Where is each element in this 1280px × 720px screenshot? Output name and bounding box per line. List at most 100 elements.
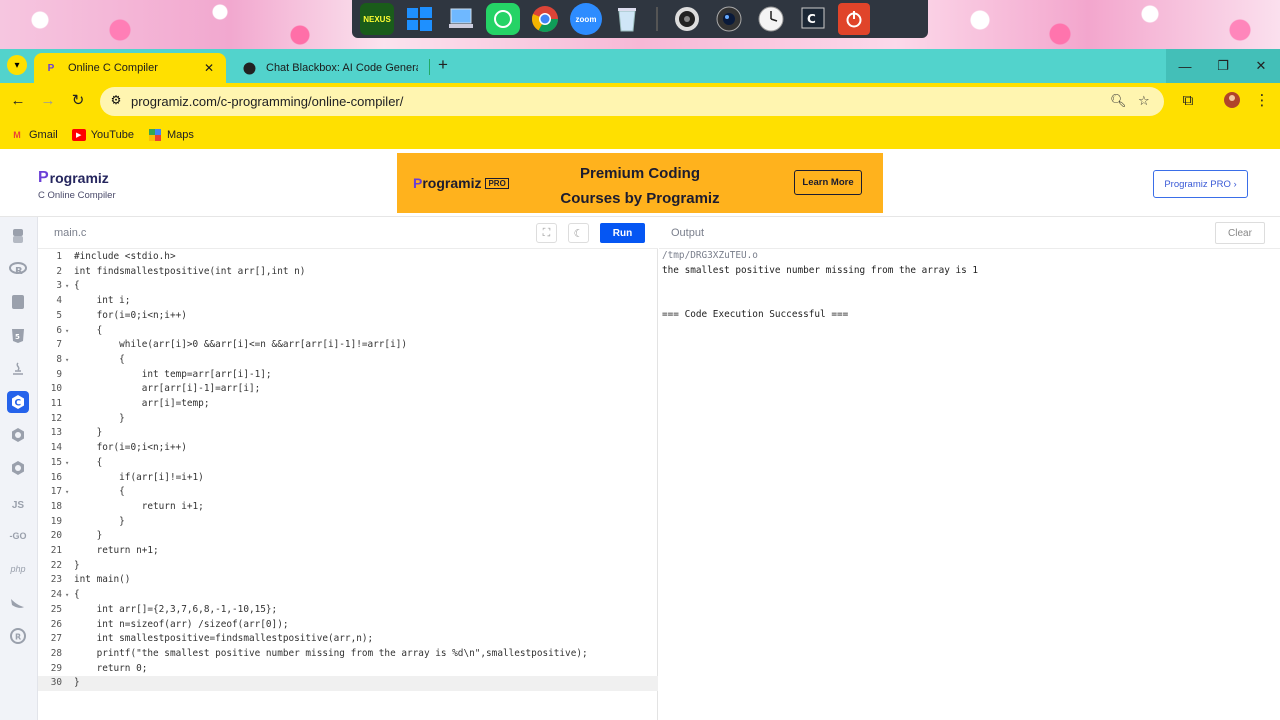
code-line[interactable]: 15 ▾ { — [38, 456, 658, 471]
address-bar[interactable]: ⚙ programiz.com/c-programming/online-com… — [100, 87, 1164, 116]
code-text: return 0; — [74, 662, 148, 674]
dark-mode-icon[interactable]: ☾ — [568, 223, 589, 243]
fold-toggle-icon[interactable]: ▾ — [65, 353, 69, 368]
code-line[interactable]: 21 return n+1; — [38, 544, 658, 559]
fold-toggle-icon[interactable]: ▾ — [65, 324, 69, 339]
code-line[interactable]: 23 int main() — [38, 573, 658, 588]
bookmark-youtube[interactable]: ▶ YouTube — [71, 128, 134, 141]
code-line[interactable]: 7 while(arr[i]>0 &&arr[i]<=n &&arr[arr[i… — [38, 338, 658, 353]
code-line[interactable]: 10 arr[arr[i]-1]=arr[i]; — [38, 382, 658, 397]
code-line[interactable]: 4 int i; — [38, 294, 658, 309]
code-line[interactable]: 2 int findsmallestpositive(int arr[],int … — [38, 265, 658, 280]
bookmark-maps[interactable]: Maps — [148, 128, 194, 141]
fold-toggle-icon[interactable]: ▾ — [65, 456, 69, 471]
code-line[interactable]: 12 } — [38, 412, 658, 427]
go-icon[interactable]: -GO — [7, 525, 29, 547]
minimize-icon[interactable]: — — [1166, 49, 1204, 83]
back-icon[interactable]: ← — [8, 91, 28, 111]
extensions-icon[interactable]: ⧉ — [1178, 91, 1198, 111]
programiz-logo[interactable]: Programiz — [38, 169, 109, 187]
maximize-icon[interactable]: ❐ — [1204, 49, 1242, 83]
learn-more-button[interactable]: Learn More — [794, 170, 862, 195]
code-line[interactable]: 3 ▾ { — [38, 279, 658, 294]
code-line[interactable]: 29 return 0; — [38, 662, 658, 677]
code-line[interactable]: 28 printf("the smallest positive number … — [38, 647, 658, 662]
bookmark-gmail[interactable]: M Gmail — [10, 128, 58, 141]
code-line[interactable]: 8 ▾ { — [38, 353, 658, 368]
code-line[interactable]: 30} — [38, 676, 658, 691]
code-line[interactable]: 24 ▾ { — [38, 588, 658, 603]
code-line[interactable]: 18 return i+1; — [38, 500, 658, 515]
speaker-icon[interactable] — [670, 3, 704, 35]
clear-button[interactable]: Clear — [1215, 222, 1265, 244]
code-editor[interactable]: 1 #include <stdio.h> 2 int findsmallestposi… — [38, 249, 658, 720]
terminal-icon[interactable]: C — [796, 3, 830, 35]
run-button[interactable]: Run — [600, 223, 645, 243]
code-text: { — [74, 589, 80, 601]
recycle-bin-icon[interactable] — [610, 3, 644, 35]
code-line[interactable]: 14 for(i=0;i<n;i++) — [38, 441, 658, 456]
php-icon[interactable]: php — [7, 558, 29, 580]
code-line[interactable]: 9 int temp=arr[arr[i]-1]; — [38, 368, 658, 383]
code-line[interactable]: 20 } — [38, 529, 658, 544]
chrome-icon[interactable] — [528, 3, 562, 35]
python-icon[interactable] — [7, 225, 29, 247]
forward-icon[interactable]: → — [38, 91, 58, 111]
code-line[interactable]: 16 if(arr[i]!=i+1) — [38, 471, 658, 486]
power-icon[interactable] — [838, 3, 870, 35]
desktop-background: NEXUS zoom C — [0, 0, 1280, 49]
sql-icon[interactable] — [7, 291, 29, 313]
file-tab-main-c[interactable]: main.c — [54, 227, 86, 239]
rust-icon[interactable]: R — [7, 625, 29, 647]
nexus-icon[interactable]: NEXUS — [360, 3, 394, 35]
new-tab-icon[interactable]: + — [434, 56, 452, 75]
tab-search-icon[interactable]: ▾ — [7, 55, 27, 75]
site-info-icon[interactable]: ⚙ — [108, 93, 124, 109]
code-line[interactable]: 19 } — [38, 515, 658, 530]
code-text: int n=sizeof(arr) /sizeof(arr[0]); — [74, 618, 289, 630]
reload-icon[interactable]: ↻ — [68, 91, 88, 111]
output-console[interactable]: /tmp/DRG3XZuTEU.o the smallest positive n… — [659, 249, 1280, 720]
code-line[interactable]: 6 ▾ { — [38, 324, 658, 339]
swift-icon[interactable] — [7, 592, 29, 614]
computer-icon[interactable] — [444, 3, 478, 35]
fullscreen-icon[interactable]: ⛶ — [536, 223, 557, 243]
bookmark-label: Gmail — [29, 128, 58, 141]
camera-icon[interactable] — [712, 3, 746, 35]
whatsapp-icon[interactable] — [486, 3, 520, 35]
csharp-icon[interactable] — [7, 457, 29, 479]
programiz-pro-button[interactable]: Programiz PRO › — [1153, 170, 1248, 198]
tab-online-c-compiler[interactable]: P Online C Compiler ✕ — [34, 53, 226, 83]
code-line[interactable]: 13 } — [38, 426, 658, 441]
fold-toggle-icon[interactable]: ▾ — [65, 279, 69, 294]
code-line[interactable]: 27 int smallestpositive=findsmallestposi… — [38, 632, 658, 647]
cpp-icon[interactable] — [7, 424, 29, 446]
c-language-icon[interactable]: C — [7, 391, 29, 413]
javascript-icon[interactable]: JS — [7, 494, 29, 516]
code-line[interactable]: 17 ▾ { — [38, 485, 658, 500]
code-line[interactable]: 26 int n=sizeof(arr) /sizeof(arr[0]); — [38, 618, 658, 633]
promo-banner[interactable]: Programiz PRO Premium Coding Courses by … — [397, 153, 883, 213]
windows-icon[interactable] — [402, 3, 436, 35]
close-icon[interactable]: ✕ — [202, 61, 216, 75]
code-line[interactable]: 11 arr[i]=temp; — [38, 397, 658, 412]
line-number: 9 — [56, 368, 62, 380]
code-line[interactable]: 5 for(i=0;i<n;i++) — [38, 309, 658, 324]
fold-toggle-icon[interactable]: ▾ — [65, 485, 69, 500]
java-icon[interactable] — [7, 358, 29, 380]
zoom-lens-icon[interactable]: 🔍︎ — [1110, 93, 1127, 109]
fold-toggle-icon[interactable]: ▾ — [65, 588, 69, 603]
html-icon[interactable]: 5 — [7, 325, 29, 347]
clock-icon[interactable] — [754, 3, 788, 35]
bookmark-star-icon[interactable]: ☆ — [1138, 93, 1150, 109]
more-menu-icon[interactable]: ⋮ — [1252, 91, 1272, 111]
avatar[interactable] — [1222, 91, 1242, 111]
zoom-icon[interactable]: zoom — [570, 3, 602, 35]
tab-chat-blackbox[interactable]: Chat Blackbox: AI Code Generat — [232, 53, 428, 83]
code-line[interactable]: 22} — [38, 559, 658, 574]
blackbox-favicon-icon — [242, 61, 256, 75]
code-line[interactable]: 25 int arr[]={2,3,7,6,8,-1,-10,15}; — [38, 603, 658, 618]
r-icon[interactable]: R — [7, 258, 29, 280]
close-window-icon[interactable]: ✕ — [1242, 49, 1280, 83]
code-line[interactable]: 1 #include <stdio.h> — [38, 250, 658, 265]
